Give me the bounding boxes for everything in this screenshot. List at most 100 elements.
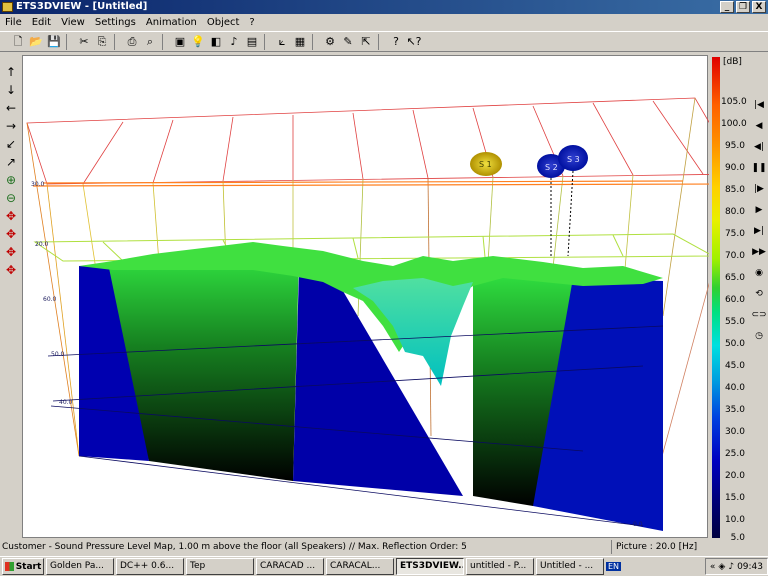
task-button[interactable]: Golden Pa... (46, 558, 114, 575)
tray-icon[interactable]: « (710, 562, 716, 572)
arrow-right-icon[interactable]: → (2, 117, 20, 134)
system-tray: « ◈ ♪ 09:43 (704, 558, 768, 575)
edit-icon[interactable]: ✎ (340, 34, 356, 50)
rotate-left-icon[interactable]: ✥ (2, 243, 20, 260)
clock[interactable]: 09:43 (737, 562, 763, 572)
task-button[interactable]: untitled - P... (466, 558, 534, 575)
menu-view[interactable]: View (56, 17, 90, 28)
toolbar: 🗋 📂 💾 ✂ ⎘ ⎙ ⌕ ▣ 💡 ◧ ♪ ▤ ⟀ ▦ ⚙ ✎ ⇱ ? ↖? (0, 31, 768, 52)
context-help-icon[interactable]: ↖? (406, 34, 422, 50)
open-folder-icon[interactable]: 📂 (28, 34, 44, 50)
scale-tick: 75.0 (724, 229, 745, 239)
grid-icon[interactable]: ▦ (292, 34, 308, 50)
export-icon[interactable]: ⇱ (358, 34, 374, 50)
last-frame-icon[interactable]: ▶| (752, 222, 766, 240)
task-button[interactable]: CARACAD ... (256, 558, 324, 575)
restore-button[interactable]: ❐ (736, 1, 750, 13)
view-icon[interactable]: ▣ (172, 34, 188, 50)
copy-icon[interactable]: ⎘ (94, 34, 110, 50)
scale-tick: 30.0 (724, 427, 745, 437)
arrow-up-right-icon[interactable]: ↗ (2, 153, 20, 170)
sound-icon[interactable]: ♪ (226, 34, 242, 50)
axes-icon[interactable]: ⟀ (274, 34, 290, 50)
wall-label: 40.0 (59, 399, 73, 406)
task-button[interactable]: CARACAL... (326, 558, 394, 575)
help-icon[interactable]: ? (388, 34, 404, 50)
first-frame-icon[interactable]: |◀ (752, 96, 766, 114)
light-icon[interactable]: 💡 (190, 34, 206, 50)
scale-tick: 25.0 (724, 449, 745, 459)
app-icon (2, 2, 13, 12)
arrow-down-icon[interactable]: ↓ (2, 81, 20, 98)
speaker-s1[interactable]: S 1 (470, 152, 502, 176)
speaker-label: S 3 (567, 155, 580, 164)
menu-settings[interactable]: Settings (90, 17, 141, 28)
play-icon[interactable]: ▶ (752, 201, 766, 219)
record-icon[interactable]: ◉ (752, 264, 766, 282)
link-icon[interactable]: ⊂⊃ (751, 306, 766, 324)
print-icon[interactable]: ⎙ (124, 34, 140, 50)
wall-label: 20.0 (35, 241, 49, 248)
taskbar: Start Golden Pa... DC++ 0.6... Tep CARAC… (0, 556, 768, 576)
pause-icon[interactable]: ❚❚ (751, 159, 766, 177)
arrow-left-icon[interactable]: ← (2, 99, 20, 116)
network-icon[interactable]: ◈ (718, 562, 725, 572)
menu-object[interactable]: Object (202, 17, 245, 28)
minimize-button[interactable]: _ (720, 1, 734, 13)
scale-tick: 95.0 (724, 141, 745, 151)
speaker-s3[interactable]: S 3 (558, 145, 588, 257)
menu-file[interactable]: File (0, 17, 27, 28)
task-button[interactable]: Tep (186, 558, 254, 575)
play-back-icon[interactable]: ◀ (752, 117, 766, 135)
language-indicator[interactable]: EN (606, 562, 622, 571)
scale-tick: 105.0 (721, 97, 747, 107)
task-button[interactable]: Untitled - ... (536, 558, 604, 575)
scale-tick: 20.0 (724, 471, 745, 481)
color-scale-bar (712, 57, 720, 538)
scale-tick: 50.0 (724, 339, 745, 349)
scale-tick: 55.0 (724, 317, 745, 327)
3d-view-canvas[interactable]: S 1 S 2 S 3 60.0 50.0 40.0 30.0 20.0 0.0 (22, 55, 740, 538)
menu-edit[interactable]: Edit (27, 17, 56, 28)
scale-tick: 90.0 (724, 163, 745, 173)
zoom-out-icon[interactable]: ⊖ (2, 189, 20, 206)
start-button[interactable]: Start (2, 558, 44, 575)
zoom-in-icon[interactable]: ⊕ (2, 171, 20, 188)
status-picture: Picture : 20.0 [Hz] (616, 542, 698, 552)
task-button-active[interactable]: ETS3DVIEW... (396, 558, 464, 575)
volume-icon[interactable]: ♪ (728, 562, 734, 572)
scale-tick: 60.0 (724, 295, 745, 305)
title-bar: ETS3DVIEW - [Untitled] _ ❐ X (0, 0, 768, 14)
cut-icon[interactable]: ✂ (76, 34, 92, 50)
menu-help[interactable]: ? (244, 17, 259, 28)
settings-icon[interactable]: ⚙ (322, 34, 338, 50)
arrow-down-left-icon[interactable]: ↙ (2, 135, 20, 152)
wall-label: 60.0 (43, 296, 57, 303)
status-message: Customer - Sound Pressure Level Map, 1.0… (0, 540, 612, 554)
new-file-icon[interactable]: 🗋 (10, 34, 26, 50)
task-button[interactable]: DC++ 0.6... (116, 558, 184, 575)
save-icon[interactable]: 💾 (46, 34, 62, 50)
step-back-icon[interactable]: ◀| (752, 138, 766, 156)
step-forward-icon[interactable]: |▶ (752, 180, 766, 198)
wireframe-top (26, 97, 740, 185)
print-preview-icon[interactable]: ⌕ (142, 34, 158, 50)
menu-bar: File Edit View Settings Animation Object… (0, 14, 768, 30)
scale-tick: 100.0 (721, 119, 747, 129)
level-plane-65 (33, 233, 715, 262)
level-plane-80 (32, 180, 724, 187)
rotate-right-icon[interactable]: ✥ (2, 261, 20, 278)
loop-icon[interactable]: ⟲ (752, 285, 766, 303)
arrow-up-icon[interactable]: ↑ (2, 63, 20, 80)
clock-icon[interactable]: ◷ (752, 327, 766, 345)
rotate-down-icon[interactable]: ✥ (2, 225, 20, 242)
chart-icon[interactable]: ▤ (244, 34, 260, 50)
speaker-icon[interactable]: ◧ (208, 34, 224, 50)
speaker-s2[interactable]: S 2 (537, 154, 565, 256)
menu-animation[interactable]: Animation (141, 17, 202, 28)
scale-tick: 65.0 (724, 273, 745, 283)
rotate-up-icon[interactable]: ✥ (2, 207, 20, 224)
close-button[interactable]: X (752, 1, 766, 13)
fast-forward-icon[interactable]: ▶▶ (752, 243, 766, 261)
scale-tick: 15.0 (724, 493, 745, 503)
